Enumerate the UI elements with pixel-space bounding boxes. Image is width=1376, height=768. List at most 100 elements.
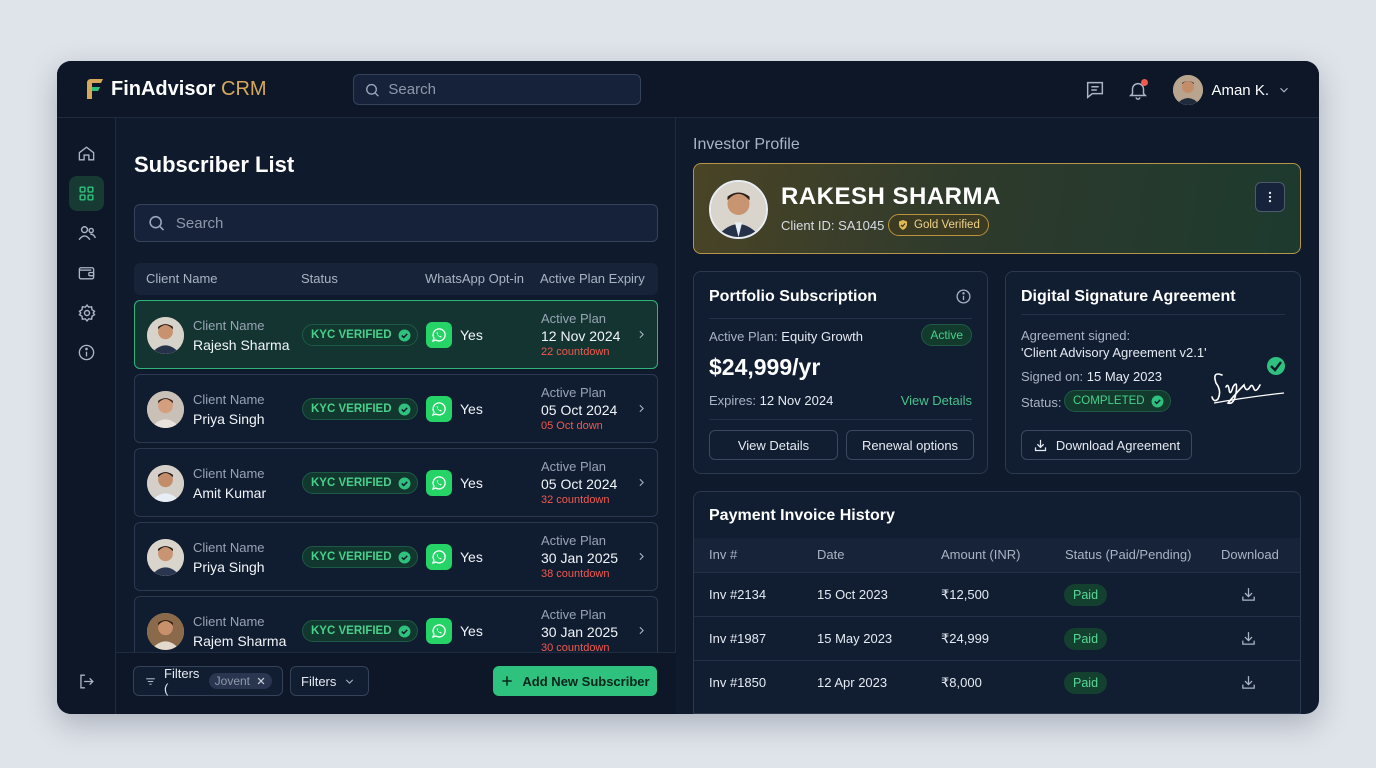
col-amount[interactable]: Amount (INR) (941, 547, 1020, 562)
profile-card: RAKESH SHARMA Client ID: SA1045 Gold Ver… (693, 163, 1301, 254)
download-agreement-label: Download Agreement (1055, 437, 1181, 453)
col-client-name[interactable]: Client Name (146, 271, 218, 286)
view-details-button[interactable]: View Details (709, 430, 838, 460)
plan-status-badge: Active (921, 324, 972, 346)
active-plan-value: Equity Growth (781, 329, 863, 344)
subscriber-row[interactable]: Client Name Priya Singh KYC VERIFIED Yes… (134, 374, 658, 443)
signed-on-value: 15 May 2023 (1086, 369, 1162, 384)
filter-icon (146, 677, 155, 685)
col-plan-expiry[interactable]: Active Plan Expiry (540, 271, 645, 286)
subscriber-row[interactable]: Client Name Rajesh Sharma KYC VERIFIED Y… (134, 300, 658, 369)
invoice-status-badge: Paid (1064, 672, 1108, 694)
col-status[interactable]: Status (301, 271, 338, 286)
col-status[interactable]: Status (Paid/Pending) (1065, 547, 1191, 562)
plan-label: Active Plan (541, 385, 607, 400)
invoice-row[interactable]: Inv #2134 15 Oct 2023 ₹12,500 Paid (694, 572, 1300, 616)
subscriber-search-input[interactable] (175, 214, 657, 232)
nav-dashboard[interactable] (69, 176, 104, 211)
nav-users[interactable] (69, 215, 104, 250)
client-name-label: Client Name (193, 392, 265, 407)
gold-verified-label: Gold Verified (914, 219, 980, 231)
filters-dropdown[interactable]: Filters (290, 666, 369, 696)
close-icon[interactable] (256, 676, 266, 686)
add-subscriber-button[interactable]: Add New Subscriber (493, 666, 657, 696)
chevron-right-icon[interactable] (635, 550, 648, 563)
signature-status-text: COMPLETED (1073, 395, 1145, 407)
invoice-amount: ₹8,000 (941, 675, 982, 690)
subscriber-row[interactable]: Client Name Priya Singh KYC VERIFIED Yes… (134, 522, 658, 591)
nav-info[interactable] (69, 335, 104, 370)
plus-icon (502, 676, 513, 686)
invoice-date: 12 Apr 2023 (817, 675, 888, 690)
signature-image (1211, 357, 1285, 405)
chevron-right-icon[interactable] (635, 624, 648, 637)
top-bar: FinAdvisor CRM Aman K. (57, 61, 1319, 118)
download-icon[interactable] (1240, 586, 1257, 603)
invoice-row[interactable]: Inv #1850 12 Apr 2023 ₹8,000 Paid (694, 660, 1300, 704)
home-icon (78, 146, 95, 161)
investor-name: RAKESH SHARMA (781, 183, 1001, 210)
plan-expiry-date: 12 Nov 2024 (541, 328, 621, 344)
signature-status-label: Status: (1021, 395, 1062, 410)
info-icon[interactable] (955, 288, 972, 305)
col-inv[interactable]: Inv # (709, 547, 737, 562)
subscriber-row[interactable]: Client Name Amit Kumar KYC VERIFIED Yes … (134, 448, 658, 517)
invoice-number: Inv #1987 (709, 631, 767, 646)
nav-logout[interactable] (69, 664, 104, 699)
col-date[interactable]: Date (817, 547, 844, 562)
nav-settings[interactable] (69, 295, 104, 330)
notification-bell[interactable] (1127, 79, 1149, 101)
invoice-history-card: Payment Invoice History Inv # Date Amoun… (693, 491, 1301, 714)
global-search-input[interactable] (388, 81, 640, 98)
check-circle-icon (398, 551, 410, 563)
view-details-link[interactable]: View Details (901, 393, 972, 408)
nav-wallet[interactable] (69, 255, 104, 290)
kyc-status-badge: KYC VERIFIED (302, 398, 418, 420)
whatsapp-optin: Yes (460, 475, 483, 491)
expires-value: 12 Nov 2024 (759, 393, 834, 408)
investor-profile-panel: Investor Profile RAKESH SHARMA Client ID… (676, 118, 1319, 714)
invoice-row[interactable]: Inv #1987 15 May 2023 ₹24,999 Paid (694, 616, 1300, 660)
kyc-status-text: KYC VERIFIED (311, 551, 392, 563)
digital-signature-card: Digital Signature Agreement Agreement si… (1005, 271, 1301, 474)
global-search[interactable] (353, 74, 641, 105)
filters-button[interactable]: Filters ( Jovent (133, 666, 283, 696)
agreement-signed-label: Agreement signed: (1021, 328, 1131, 343)
subscriber-search[interactable] (134, 204, 658, 242)
add-subscriber-label: Add New Subscriber (522, 673, 650, 689)
whatsapp-optin: Yes (460, 623, 483, 639)
nav-home[interactable] (69, 136, 104, 171)
profile-avatar (709, 180, 768, 239)
download-icon[interactable] (1240, 630, 1257, 647)
plan-expiry-date: 30 Jan 2025 (541, 550, 619, 566)
invoice-number: Inv #2134 (709, 587, 767, 602)
client-avatar (147, 613, 184, 650)
download-icon[interactable] (1240, 674, 1257, 691)
invoice-status-badge: Paid (1064, 628, 1108, 650)
section-title: Investor Profile (693, 136, 800, 153)
kyc-status-badge: KYC VERIFIED (302, 620, 418, 642)
messages-icon[interactable] (1084, 79, 1106, 101)
app-logo[interactable]: FinAdvisor CRM (85, 77, 267, 101)
chevron-right-icon[interactable] (635, 402, 648, 415)
chevron-right-icon[interactable] (635, 476, 648, 489)
plan-expiry-date: 30 Jan 2025 (541, 624, 619, 640)
client-id-label: Client ID: (781, 218, 835, 233)
filter-chip[interactable]: Jovent (208, 673, 272, 689)
user-menu[interactable]: Aman K. (1173, 75, 1291, 105)
renewal-options-button[interactable]: Renewal options (846, 430, 974, 460)
col-download[interactable]: Download (1221, 547, 1279, 562)
chevron-right-icon[interactable] (635, 328, 648, 341)
dashboard-icon (79, 186, 94, 201)
users-icon (78, 225, 96, 240)
download-agreement-button[interactable]: Download Agreement (1021, 430, 1192, 460)
subscriber-row[interactable]: Client Name Rajem Sharma KYC VERIFIED Ye… (134, 596, 658, 654)
more-options-button[interactable] (1255, 182, 1285, 212)
client-name-label: Client Name (193, 318, 265, 333)
client-name: Rajesh Sharma (193, 337, 290, 353)
plan-expiry-date: 05 Oct 2024 (541, 476, 618, 492)
whatsapp-icon (426, 544, 452, 570)
client-avatar (147, 465, 184, 502)
plan-label: Active Plan (541, 533, 607, 548)
col-whatsapp[interactable]: WhatsApp Opt-in (425, 271, 524, 286)
